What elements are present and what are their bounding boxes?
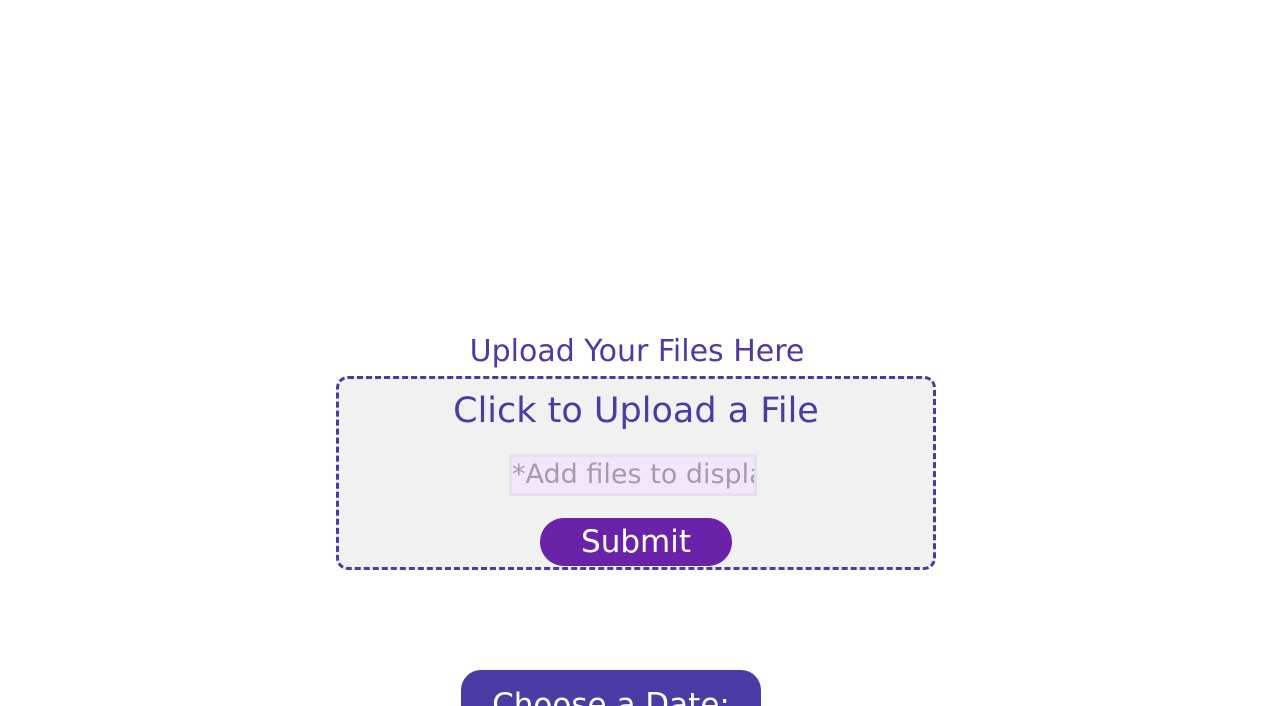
dropzone-title[interactable]: Click to Upload a File: [339, 389, 933, 433]
upload-dropzone[interactable]: Click to Upload a File *Add files to dis…: [336, 376, 936, 570]
file-input[interactable]: *Add files to display: [509, 454, 757, 496]
choose-date-button[interactable]: Choose a Date:: [461, 670, 761, 706]
submit-button[interactable]: Submit: [540, 518, 732, 566]
upload-heading: Upload Your Files Here: [469, 334, 805, 369]
page: Upload Your Files Here Click to Upload a…: [0, 0, 1274, 706]
